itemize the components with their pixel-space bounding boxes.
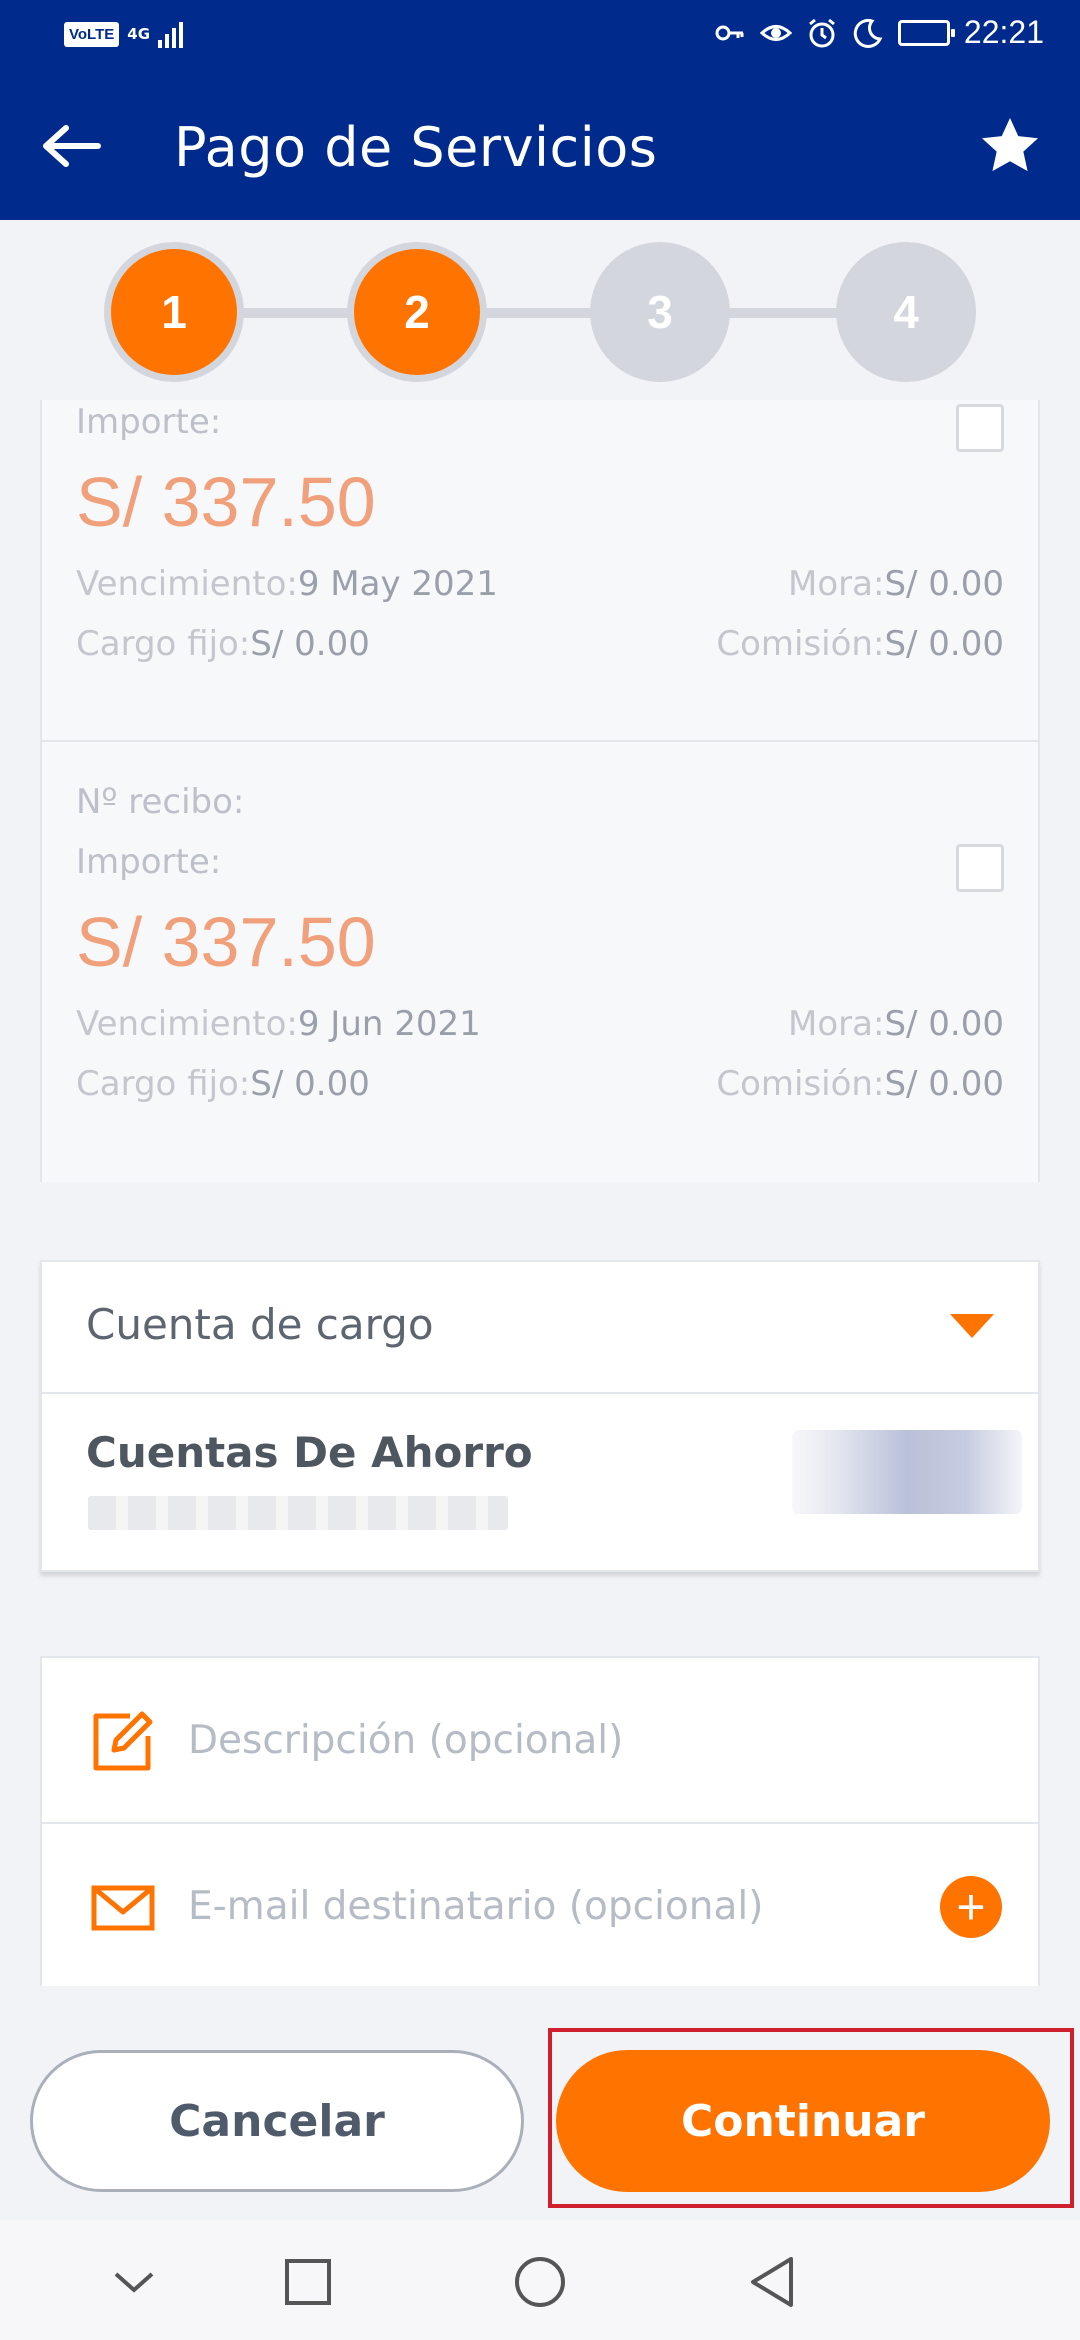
comision-value: S/ 0.00 (884, 624, 1004, 664)
mora-row: Mora:S/ 0.00 (788, 1004, 1004, 1044)
mora-row: Mora:S/ 0.00 (788, 564, 1004, 604)
network-type: 4G (127, 24, 151, 43)
key-icon (715, 25, 744, 40)
system-navbar (0, 2220, 1080, 2340)
action-bar: Cancelar Continuar (0, 1986, 1080, 2220)
mora-label: Mora: (788, 564, 885, 604)
mora-value: S/ 0.00 (884, 564, 1004, 604)
edit-icon (93, 1711, 153, 1771)
nav-collapse-button[interactable] (102, 2250, 166, 2314)
account-card: Cuenta de cargo Cuentas De Ahorro (40, 1260, 1040, 1572)
favorite-button[interactable] (974, 110, 1046, 182)
importe-label: Importe: (76, 402, 222, 442)
continue-button[interactable]: Continuar (556, 2050, 1050, 2192)
cargo-value: S/ 0.00 (250, 1064, 370, 1104)
vencimiento-label: Vencimiento: (76, 564, 298, 604)
email-field[interactable]: E-mail destinatario (opcional) + (42, 1824, 1038, 1990)
cancel-button[interactable]: Cancelar (30, 2050, 524, 2192)
bill-amount: S/ 337.50 (76, 903, 376, 981)
arrow-left-icon (43, 125, 101, 167)
vencimiento-row: Vencimiento:9 Jun 2021 (76, 1004, 481, 1044)
bill-checkbox[interactable] (956, 404, 1004, 452)
vencimiento-value: 9 May 2021 (297, 564, 498, 604)
nav-home-button[interactable] (508, 2250, 572, 2314)
step-2: 2 (354, 249, 480, 375)
caret-down-icon (950, 1314, 994, 1338)
bills-list[interactable]: Importe: S/ 337.50 Vencimiento:9 May 202… (40, 400, 1040, 1182)
app-header: Pago de Servicios (0, 74, 1080, 220)
status-left: VoLTE 4G (64, 20, 184, 48)
bill-card[interactable]: Importe: S/ 337.50 Vencimiento:9 May 202… (40, 400, 1040, 742)
vencimiento-row: Vencimiento:9 May 2021 (76, 564, 498, 604)
status-right: 22:21 (714, 14, 1044, 51)
vencimiento-label: Vencimiento: (76, 1004, 298, 1044)
mora-value: S/ 0.00 (884, 1004, 1004, 1044)
account-dropdown[interactable]: Cuenta de cargo (42, 1262, 1038, 1394)
volte-badge: VoLTE (64, 21, 120, 47)
account-dropdown-label: Cuenta de cargo (86, 1300, 434, 1349)
progress-stepper: 1 2 3 4 (0, 220, 1080, 400)
circle-icon (515, 2257, 565, 2307)
step-4: 4 (836, 242, 976, 382)
star-icon (982, 118, 1038, 172)
account-name: Cuentas De Ahorro (86, 1428, 533, 1477)
nav-recents-button[interactable] (276, 2250, 340, 2314)
status-bar: VoLTE 4G 22:21 (0, 0, 1080, 74)
description-field[interactable]: Descripción (opcional) (42, 1658, 1038, 1824)
page-title: Pago de Servicios (174, 116, 658, 179)
comision-label: Comisión: (716, 1064, 885, 1104)
cargo-label: Cargo fijo: (76, 1064, 251, 1104)
cargo-value: S/ 0.00 (250, 624, 370, 664)
chevron-down-icon (114, 2272, 154, 2293)
importe-label: Importe: (76, 842, 222, 882)
recibo-label: Nº recibo: (76, 782, 245, 822)
account-balance-redacted (792, 1430, 1022, 1514)
bill-card[interactable]: Nº recibo: Importe: S/ 337.50 Vencimient… (40, 740, 1040, 1182)
vencimiento-value: 9 Jun 2021 (297, 1004, 481, 1044)
account-number-redacted (88, 1496, 508, 1530)
comision-row: Comisión:S/ 0.00 (716, 1064, 1004, 1104)
bill-amount: S/ 337.50 (76, 463, 376, 541)
signal-icon (158, 20, 184, 48)
eye-icon (759, 24, 792, 41)
back-button[interactable] (36, 110, 108, 182)
alarm-icon (808, 18, 835, 47)
comision-label: Comisión: (716, 624, 885, 664)
moon-icon (853, 18, 883, 48)
cargo-row: Cargo fijo:S/ 0.00 (76, 1064, 370, 1104)
optional-fields: Descripción (opcional) E-mail destinatar… (40, 1656, 1040, 1986)
square-icon (285, 2259, 331, 2305)
mora-label: Mora: (788, 1004, 885, 1044)
step-1: 1 (111, 249, 237, 375)
description-placeholder: Descripción (opcional) (188, 1718, 624, 1763)
nav-back-button[interactable] (740, 2250, 804, 2314)
add-email-button[interactable]: + (940, 1876, 1002, 1938)
cargo-row: Cargo fijo:S/ 0.00 (76, 624, 370, 664)
step-connector (240, 308, 840, 318)
triangle-back-icon (751, 2257, 793, 2307)
cargo-label: Cargo fijo: (76, 624, 251, 664)
bill-checkbox[interactable] (956, 844, 1004, 892)
clock: 22:21 (963, 14, 1044, 50)
comision-value: S/ 0.00 (884, 1064, 1004, 1104)
battery-icon (897, 19, 955, 46)
mail-icon (91, 1885, 155, 1931)
comision-row: Comisión:S/ 0.00 (716, 624, 1004, 664)
email-placeholder: E-mail destinatario (opcional) (188, 1884, 764, 1929)
step-3: 3 (590, 242, 730, 382)
